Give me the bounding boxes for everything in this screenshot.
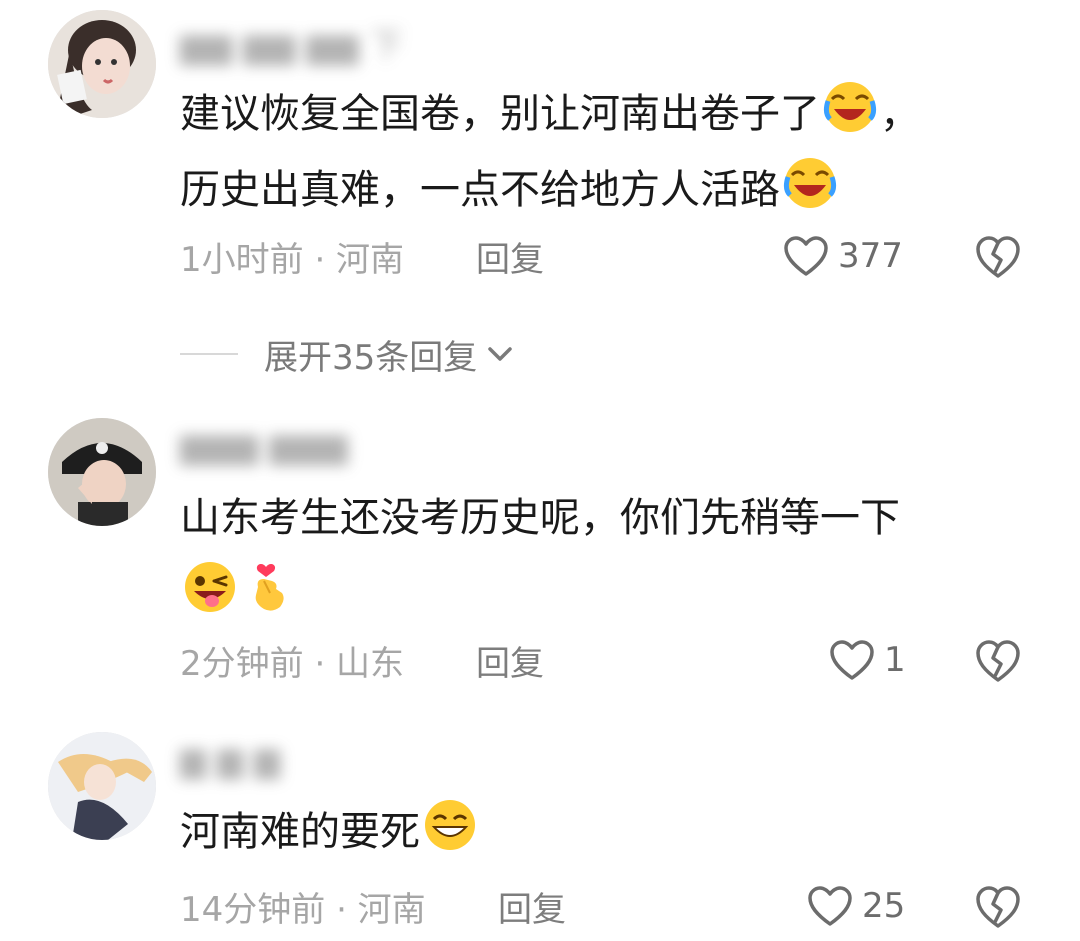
grinning-emoji	[422, 797, 478, 853]
like-count: 25	[862, 886, 906, 926]
like-button[interactable]: 377	[782, 232, 903, 280]
avatar[interactable]	[48, 10, 156, 118]
comment-text: 山东考生还没考历史呢，你们先稍等一下	[180, 480, 1020, 632]
divider-line	[180, 353, 238, 355]
chevron-down-icon	[488, 347, 513, 361]
heart-outline-icon	[830, 640, 874, 680]
dislike-button[interactable]	[974, 884, 1022, 930]
reply-button[interactable]: 回复	[498, 882, 566, 931]
comment-text: 河南难的要死	[180, 794, 1020, 870]
comment-item: ▆▆ ▆▆ ▆▆ 下 建议恢复全国卷，别让河南出卷子了， 历史出真难，一点不给地…	[0, 10, 1080, 390]
laughing-crying-emoji	[782, 155, 838, 211]
dislike-button[interactable]	[974, 638, 1022, 684]
comment-item: ▆▆▆ ▆▆▆ 山东考生还没考历史呢，你们先稍等一下 2分钟前 · 山东 回复 …	[0, 418, 1080, 698]
heart-outline-icon	[808, 886, 852, 926]
comment-list: ▆▆ ▆▆ ▆▆ 下 建议恢复全国卷，别让河南出卷子了， 历史出真难，一点不给地…	[0, 0, 1080, 941]
reply-button[interactable]: 回复	[476, 636, 544, 685]
reply-button[interactable]: 回复	[476, 232, 544, 281]
like-button[interactable]: 25	[806, 882, 905, 930]
avatar[interactable]	[48, 732, 156, 840]
winking-tongue-emoji	[182, 559, 238, 615]
like-count: 377	[838, 236, 903, 276]
broken-heart-icon	[976, 640, 1020, 682]
dislike-button[interactable]	[974, 234, 1022, 280]
comment-text: 建议恢复全国卷，别让河南出卷子了， 历史出真难，一点不给地方人活路	[180, 76, 1020, 228]
laughing-crying-emoji	[822, 79, 878, 135]
like-count: 1	[884, 640, 906, 680]
time-location: 1小时前 · 河南	[180, 240, 405, 280]
username[interactable]: ▆ ▆ ▆	[180, 740, 280, 780]
broken-heart-icon	[976, 886, 1020, 928]
heart-outline-icon	[784, 236, 828, 276]
username[interactable]: ▆▆▆ ▆▆▆	[180, 426, 348, 466]
time-location: 14分钟前 · 河南	[180, 890, 426, 930]
avatar[interactable]	[48, 418, 156, 526]
expand-replies[interactable]: 展开35条回复	[180, 332, 515, 378]
broken-heart-icon	[976, 236, 1020, 278]
username[interactable]: ▆▆ ▆▆ ▆▆ 下	[180, 18, 403, 67]
time-location: 2分钟前 · 山东	[180, 644, 405, 684]
expand-label: 展开35条回复	[264, 337, 478, 378]
like-button[interactable]: 1	[828, 636, 906, 684]
finger-heart-emoji	[242, 559, 298, 615]
comment-item: ▆ ▆ ▆ 河南难的要死 14分钟前 · 河南 回复 25	[0, 732, 1080, 941]
